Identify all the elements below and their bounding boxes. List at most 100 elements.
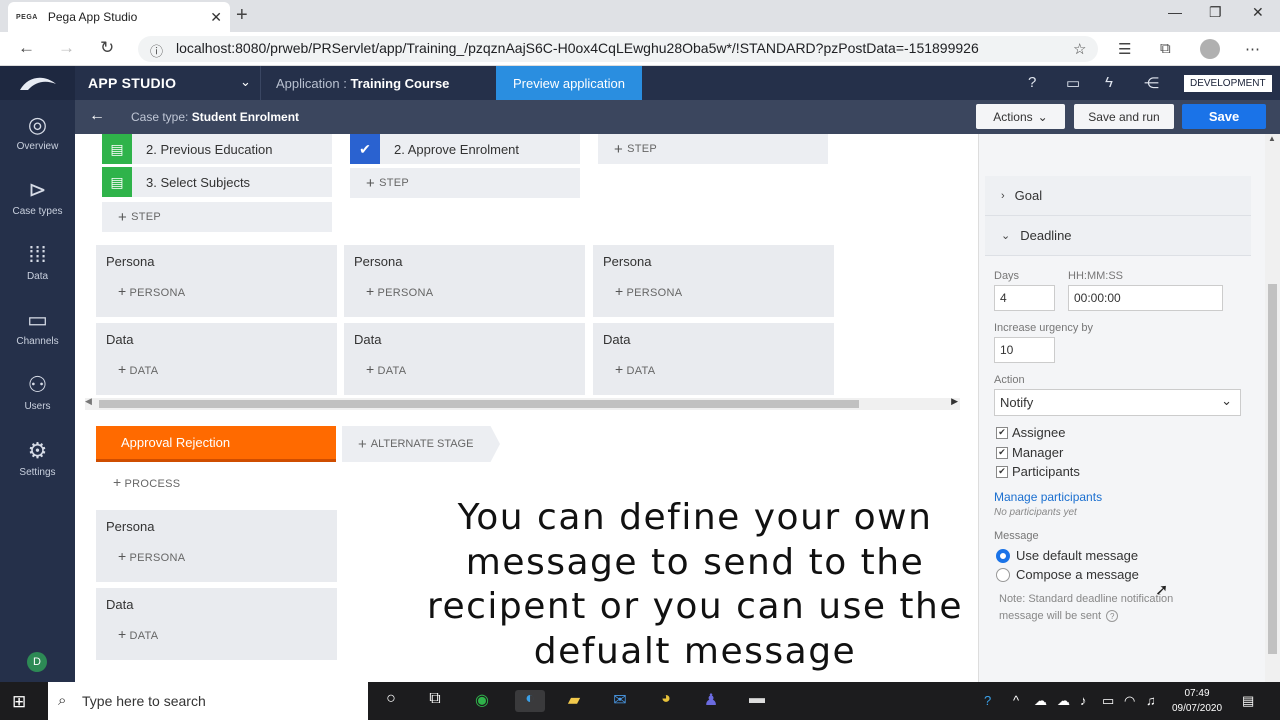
checkmark-icon: ✔ (350, 134, 380, 164)
preview-application-button[interactable]: Preview application (496, 66, 642, 100)
add-process-button[interactable]: + PROCESS (113, 474, 180, 490)
file-explorer-icon[interactable]: ▰ (563, 690, 585, 712)
whatsapp-icon[interactable]: ◉ (471, 690, 493, 712)
teams-icon[interactable]: ♟ (700, 690, 722, 712)
nav-item-settings[interactable]: ⚙ Settings (0, 438, 75, 478)
user-avatar[interactable]: D (27, 652, 47, 672)
windows-start-icon[interactable]: ⊞ (12, 692, 26, 712)
favorites-icon[interactable]: ☰ (1118, 40, 1131, 58)
horizontal-scrollbar[interactable]: ◀ ▶ (85, 396, 960, 410)
lightning-icon[interactable]: ϟ (1105, 74, 1113, 91)
app-studio-title[interactable]: APP STUDIO (88, 75, 176, 91)
cloud-icon[interactable]: ☁ (1034, 693, 1047, 709)
edge-browser-icon[interactable]: ◐ (515, 690, 545, 712)
new-tab-icon[interactable]: + (236, 4, 248, 27)
scroll-right-icon[interactable]: ▶ (951, 396, 958, 407)
nav-item-data[interactable]: ⁞⁞⁞ Data (0, 242, 75, 282)
info-icon[interactable]: ⓘ (150, 41, 163, 60)
scroll-up-icon[interactable]: ▲ (1268, 134, 1276, 143)
add-persona-button[interactable]: + PERSONA (118, 548, 185, 564)
help-icon[interactable]: ? (984, 693, 991, 708)
collections-icon[interactable]: ⧉ (1160, 40, 1171, 57)
hierarchy-icon[interactable]: ⋲ (1144, 74, 1159, 92)
pega-logo-icon[interactable] (0, 66, 75, 100)
forward-icon[interactable]: → (58, 38, 75, 58)
url-field[interactable]: ⓘ localhost:8080/prweb/PRServlet/app/Tra… (138, 36, 1098, 62)
save-button[interactable]: Save (1182, 104, 1266, 129)
add-data-button[interactable]: + DATA (118, 361, 158, 377)
use-default-message-radio[interactable]: Use default message (996, 548, 1138, 563)
plus-icon: + (358, 435, 367, 453)
persona-panel: Persona + PERSONA (344, 245, 585, 317)
step-select-subjects[interactable]: ▤ 3. Select Subjects (102, 167, 332, 197)
time-input[interactable]: 00:00:00 (1068, 285, 1223, 311)
add-step-button[interactable]: + STEP (598, 134, 828, 164)
days-input[interactable]: 4 (994, 285, 1055, 311)
add-step-button[interactable]: + STEP (102, 202, 332, 232)
participants-checkbox[interactable]: ✔ Participants (996, 464, 1080, 479)
case-type-title: Case type: Student Enrolment (131, 110, 299, 124)
add-alternate-stage-button[interactable]: + ALTERNATE STAGE (342, 426, 500, 462)
battery-icon[interactable]: ▭ (1102, 693, 1114, 709)
system-clock[interactable]: 07:49 09/07/2020 (1168, 686, 1226, 716)
browser-tab[interactable]: PEGA Pega App Studio ✕ (8, 2, 230, 32)
nav-item-channels[interactable]: ▭ Channels (0, 307, 75, 347)
close-tab-icon[interactable]: ✕ (210, 9, 222, 26)
close-window-icon[interactable]: ✕ (1252, 4, 1264, 21)
help-icon[interactable]: ? (1106, 610, 1119, 622)
action-select[interactable]: Notify ⌄ (994, 389, 1241, 416)
notifications-icon[interactable]: ▤ (1242, 693, 1254, 709)
save-and-run-button[interactable]: Save and run (1074, 104, 1174, 129)
actions-button[interactable]: Actions ⌄ (976, 104, 1065, 129)
wifi-icon[interactable]: ◠ (1124, 693, 1135, 709)
microphone-icon[interactable]: ♪ (1080, 693, 1087, 708)
manager-checkbox[interactable]: ✔ Manager (996, 445, 1063, 460)
minimize-icon[interactable]: — (1168, 4, 1182, 20)
data-panel: Data + DATA (344, 323, 585, 395)
back-icon[interactable]: ← (18, 38, 35, 58)
more-menu-icon[interactable]: ⋯ (1245, 40, 1260, 58)
taskbar-search-box[interactable]: ⌕ Type here to search (48, 682, 368, 720)
chevron-up-icon[interactable]: ^ (1013, 693, 1019, 708)
manage-participants-link[interactable]: Manage participants (994, 490, 1102, 504)
reload-icon[interactable]: ↻ (100, 38, 114, 58)
vertical-scrollbar[interactable]: ▲ (1265, 134, 1280, 682)
assignee-checkbox[interactable]: ✔ Assignee (996, 425, 1065, 440)
nav-item-overview[interactable]: ◎ Overview (0, 112, 75, 152)
add-persona-button[interactable]: + PERSONA (118, 283, 185, 299)
restore-icon[interactable]: ❐ (1209, 4, 1222, 21)
nav-item-case-types[interactable]: ⊳ Case types (0, 177, 75, 217)
properties-panel: › Goal ⌄ Deadline Days HH:MM:SS 4 00:00:… (978, 134, 1265, 682)
mail-icon[interactable]: ✉ (609, 690, 631, 712)
compose-message-radio[interactable]: Compose a message (996, 567, 1139, 582)
step-approve-enrolment[interactable]: ✔ 2. Approve Enrolment (350, 134, 580, 164)
add-step-button[interactable]: + STEP (350, 168, 580, 198)
nav-item-users[interactable]: ⚇ Users (0, 372, 75, 412)
onedrive-icon[interactable]: ☁ (1057, 693, 1070, 709)
back-arrow-icon[interactable]: ← (89, 107, 105, 125)
form-icon: ▤ (102, 167, 132, 197)
scrollbar-thumb[interactable] (99, 400, 859, 408)
scrollbar-thumb[interactable] (1268, 284, 1277, 654)
terminal-icon[interactable]: ▬ (746, 690, 768, 712)
profile-icon[interactable] (1200, 39, 1220, 59)
urgency-input[interactable]: 10 (994, 337, 1055, 363)
add-data-button[interactable]: + DATA (118, 626, 158, 642)
scroll-left-icon[interactable]: ◀ (85, 396, 92, 407)
add-persona-button[interactable]: + PERSONA (615, 283, 682, 299)
task-view-icon[interactable]: ⧉ (424, 690, 446, 712)
chat-icon[interactable]: ▭ (1066, 74, 1080, 92)
help-icon[interactable]: ? (1028, 74, 1036, 91)
favorite-star-icon[interactable]: ☆ (1073, 40, 1086, 58)
chevron-down-icon[interactable]: ⌄ (240, 74, 251, 90)
add-persona-button[interactable]: + PERSONA (366, 283, 433, 299)
deadline-accordion[interactable]: ⌄ Deadline (985, 216, 1251, 256)
add-data-button[interactable]: + DATA (366, 361, 406, 377)
stage-approval-rejection[interactable]: Approval Rejection (96, 426, 336, 462)
add-data-button[interactable]: + DATA (615, 361, 655, 377)
volume-icon[interactable]: ♫ (1146, 693, 1156, 708)
goal-accordion[interactable]: › Goal (985, 176, 1251, 216)
step-previous-education[interactable]: ▤ 2. Previous Education (102, 134, 332, 164)
cortana-icon[interactable]: ○ (380, 690, 402, 712)
chrome-icon[interactable]: ◕ (655, 690, 677, 712)
